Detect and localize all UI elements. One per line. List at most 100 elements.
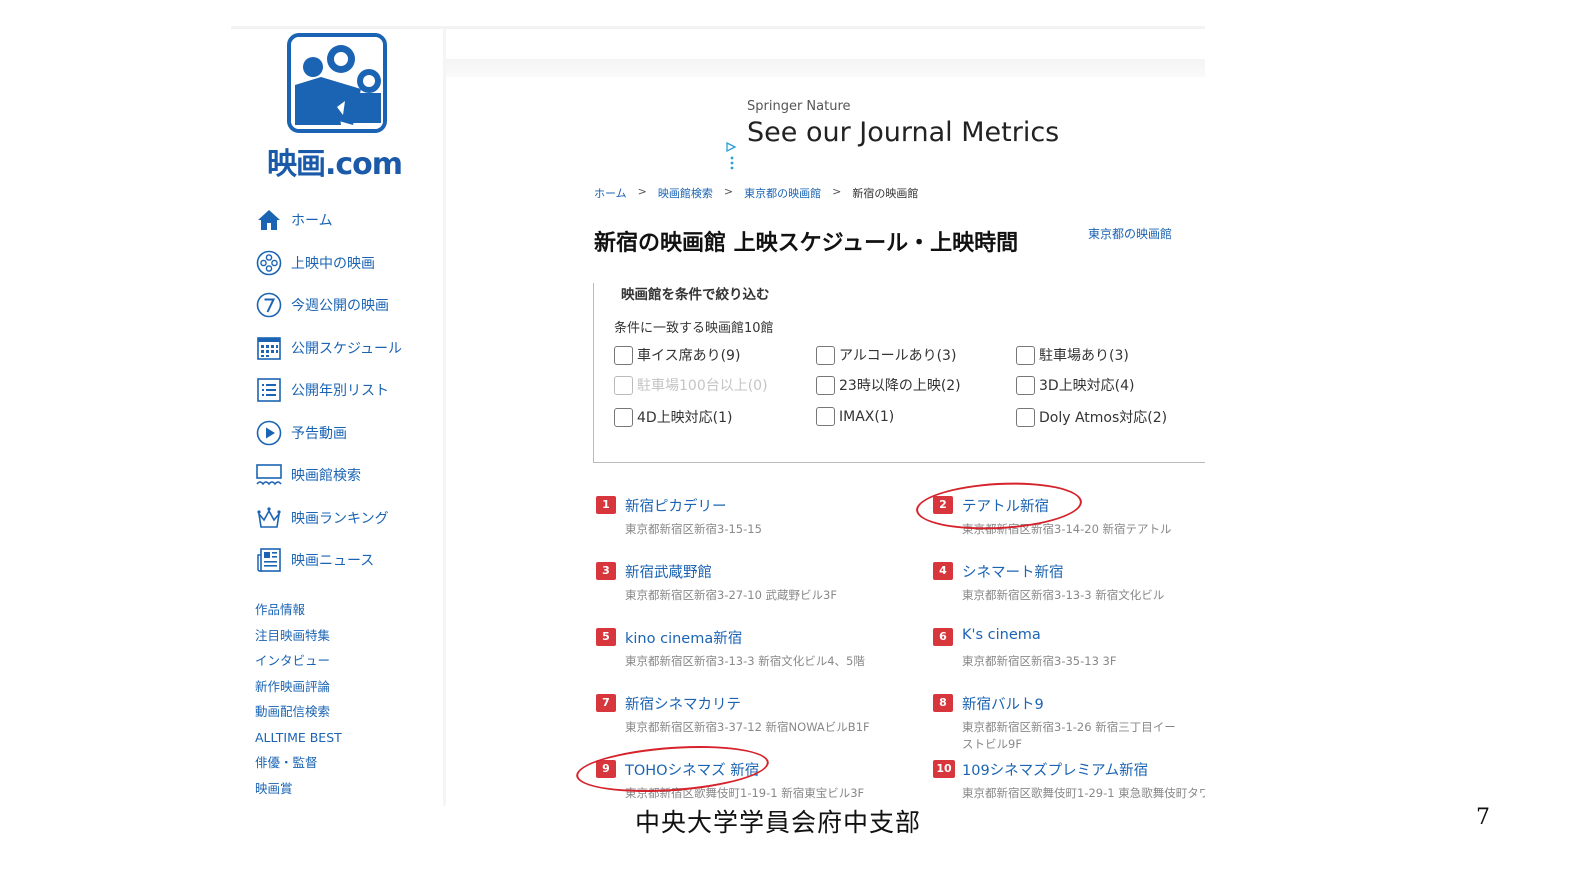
rank-badge: 4 [933, 562, 953, 580]
eiga-logo-icon[interactable] [287, 33, 387, 133]
rank-badge: 7 [596, 694, 616, 712]
subnav-item[interactable]: インタビュー [255, 648, 342, 674]
filter-4d[interactable]: 4D上映対応(1) [614, 407, 733, 427]
theater-link[interactable]: 新宿ピカデリー [625, 495, 727, 516]
checkbox[interactable] [1016, 407, 1035, 427]
checkbox[interactable] [1016, 375, 1035, 395]
filter-parking[interactable]: 駐車場あり(3) [1016, 345, 1129, 365]
subnav-item[interactable]: ALLTIME BEST [255, 725, 342, 751]
theater-link[interactable]: シネマート新宿 [962, 561, 1064, 582]
top-divider [446, 59, 1205, 77]
theater-address: 東京都新宿区新宿3-37-12 新宿NOWAビルB1F [625, 720, 870, 734]
nav-label: 公開スケジュール [291, 340, 403, 357]
slide-footer: 中央大学学員会府中支部 [635, 808, 922, 837]
subnav-item[interactable]: 映画賞 [255, 776, 342, 802]
filter-label: 駐車場100台以上(0) [637, 378, 768, 394]
film-reel-icon [255, 249, 283, 277]
filter-wheelchair[interactable]: 車イス席あり(9) [614, 345, 740, 365]
filter-label: 車イス席あり(9) [637, 348, 741, 364]
theater-link[interactable]: 新宿武蔵野館 [625, 561, 712, 582]
sub-nav: 作品情報 注目映画特集 インタビュー 新作映画評論 動画配信検索 ALLTIME… [255, 597, 342, 801]
breadcrumb-home[interactable]: ホーム [594, 185, 627, 201]
ad-choices-icon[interactable] [726, 137, 737, 153]
nav-label: 予告動画 [291, 425, 347, 442]
filter-label: 駐車場あり(3) [1039, 348, 1129, 364]
filter-label: 4D上映対応(1) [637, 410, 733, 426]
filter-heading: 映画館を条件で絞り込む [621, 287, 770, 303]
checkbox[interactable] [816, 375, 835, 395]
browser-screenshot: 映画.com ホーム 上映中の映画 今週公開の映画 公開スケジュール 公開年別リ… [231, 26, 1205, 806]
logo-text: 映画 [267, 147, 326, 182]
logo-dot-com: .com [325, 147, 403, 182]
nav-label: 映画館検索 [291, 468, 361, 485]
theater-link[interactable]: 新宿バルト9 [962, 693, 1044, 714]
nav-label: 公開年別リスト [291, 383, 389, 400]
subnav-item[interactable]: 注目映画特集 [255, 623, 342, 649]
theater-address: 東京都新宿区歌舞伎町1-29-1 東急歌舞伎町タワー [962, 786, 1205, 800]
rank-badge: 8 [933, 694, 953, 712]
breadcrumb-tokyo[interactable]: 東京都の映画館 [744, 185, 821, 201]
nav-item-schedule[interactable]: 公開スケジュール [255, 327, 440, 370]
theater-link[interactable]: K's cinema [962, 627, 1041, 643]
breadcrumb-current: 新宿の映画館 [852, 187, 919, 200]
home-icon [255, 206, 283, 234]
filter-3d[interactable]: 3D上映対応(4) [1016, 375, 1135, 395]
newspaper-icon [255, 546, 283, 574]
theater-link[interactable]: 新宿シネマカリテ [625, 693, 741, 714]
theater-address: 東京都新宿区新宿3-27-10 武蔵野ビル3F [625, 588, 837, 602]
nav-item-ranking[interactable]: 映画ランキング [255, 497, 440, 540]
ad-banner[interactable]: Springer Nature See our Journal Metrics [726, 81, 1205, 171]
tokyo-theaters-link[interactable]: 東京都の映画館 [1088, 225, 1172, 242]
filter-imax[interactable]: IMAX(1) [816, 407, 894, 426]
list-icon [255, 376, 283, 404]
breadcrumb-separator: > [637, 185, 647, 198]
filter-alcohol[interactable]: アルコールあり(3) [816, 345, 956, 365]
filter-label: 23時以降の上映(2) [839, 378, 961, 394]
theater-link[interactable]: kino cinema新宿 [625, 627, 742, 648]
breadcrumb-theater-search[interactable]: 映画館検索 [658, 185, 713, 201]
nav-item-news[interactable]: 映画ニュース [255, 539, 440, 582]
nav-label: ホーム [291, 213, 333, 230]
checkbox[interactable] [614, 345, 633, 365]
checkbox [614, 375, 633, 395]
theater-address: 東京都新宿区新宿3-15-15 [625, 522, 762, 536]
ad-headline[interactable]: See our Journal Metrics [747, 117, 1059, 148]
filter-label: Doly Atmos対応(2) [1039, 410, 1168, 426]
checkbox[interactable] [614, 407, 633, 427]
theater-link[interactable]: 109シネマズプレミアム新宿 [962, 759, 1148, 780]
subnav-item[interactable]: 動画配信検索 [255, 699, 342, 725]
checkbox[interactable] [816, 345, 835, 365]
ad-menu-icon[interactable] [730, 155, 734, 170]
nav-item-home[interactable]: ホーム [255, 199, 440, 242]
rank-badge: 1 [596, 496, 616, 514]
subnav-item[interactable]: 俳優・監督 [255, 750, 342, 776]
eiga-wordmark[interactable]: 映画.com [267, 139, 403, 183]
filter-label: IMAX(1) [839, 408, 895, 425]
crown-icon [255, 504, 283, 532]
theater-address: 東京都新宿区新宿3-13-3 新宿文化ビル4、5階 [625, 654, 865, 668]
filter-parking-100: 駐車場100台以上(0) [614, 375, 768, 395]
nav-item-now-showing[interactable]: 上映中の映画 [255, 242, 440, 285]
week-seven-icon [255, 291, 283, 319]
rank-badge: 6 [933, 628, 953, 646]
nav-item-this-week[interactable]: 今週公開の映画 [255, 284, 440, 327]
theater-address: 東京都新宿区新宿3-35-13 3F [962, 654, 1117, 668]
filter-dolby-atmos[interactable]: Doly Atmos対応(2) [1016, 407, 1167, 427]
filter-result-count: 条件に一致する映画館10館 [614, 321, 774, 336]
checkbox[interactable] [1016, 345, 1035, 365]
nav-item-theater-search[interactable]: 映画館検索 [255, 454, 440, 497]
subnav-item[interactable]: 新作映画評論 [255, 674, 342, 700]
theater-address: 東京都新宿区新宿3-13-3 新宿文化ビル [962, 588, 1165, 602]
nav-item-trailers[interactable]: 予告動画 [255, 412, 440, 455]
filter-label: アルコールあり(3) [839, 348, 957, 364]
filter-late-show[interactable]: 23時以降の上映(2) [816, 375, 961, 395]
breadcrumb-separator: > [832, 185, 842, 198]
ad-sponsor: Springer Nature [747, 99, 851, 114]
breadcrumb: ホーム > 映画館検索 > 東京都の映画館 > 新宿の映画館 [594, 185, 918, 201]
nav-item-year-list[interactable]: 公開年別リスト [255, 369, 440, 412]
play-icon [255, 419, 283, 447]
checkbox[interactable] [816, 407, 835, 426]
rank-badge: 5 [596, 628, 616, 646]
subnav-item[interactable]: 作品情報 [255, 597, 342, 623]
filter-panel: 映画館を条件で絞り込む 条件に一致する映画館10館 車イス席あり(9) アルコー… [593, 283, 1205, 463]
